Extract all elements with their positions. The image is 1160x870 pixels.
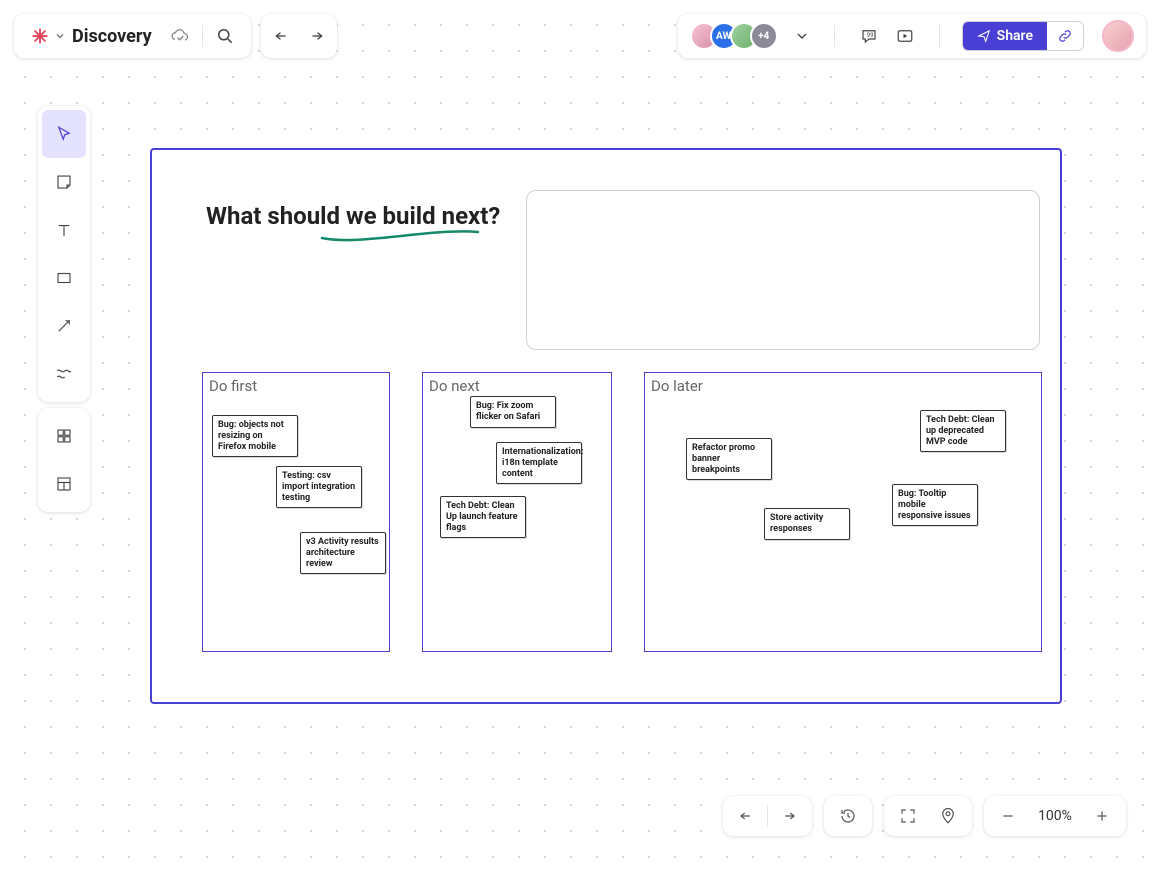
bottom-right-controls: 100% — [723, 796, 1126, 836]
divider — [834, 25, 835, 47]
divider — [939, 25, 940, 47]
undo-button[interactable] — [271, 24, 295, 48]
card-techdebt-mvp[interactable]: Tech Debt: Clean up deprecated MVP code — [920, 410, 1006, 452]
copy-link-button[interactable] — [1047, 22, 1083, 50]
current-user-avatar[interactable] — [1102, 20, 1134, 52]
sticky-tool[interactable] — [42, 158, 86, 206]
history-group — [723, 796, 812, 836]
chevron-down-icon — [56, 32, 64, 40]
top-right-panel: AW +4 99 Share — [678, 14, 1146, 58]
arrow-icon — [55, 317, 73, 335]
file-panel: Discovery — [14, 14, 251, 58]
tools-group-extras — [38, 408, 90, 512]
shape-tool[interactable] — [42, 254, 86, 302]
zoom-level[interactable]: 100% — [1028, 808, 1082, 824]
card-i18n[interactable]: Internationalization: i18n template cont… — [496, 442, 582, 484]
share-button[interactable]: Share — [963, 22, 1047, 50]
history-button[interactable] — [828, 800, 868, 832]
card-bug-firefox[interactable]: Bug: objects not resizing on Firefox mob… — [212, 415, 298, 457]
column-do-first[interactable]: Do first — [202, 372, 390, 652]
undo-redo-panel — [261, 14, 337, 58]
card-techdebt-flags[interactable]: Tech Debt: Clean Up launch feature flags — [440, 496, 526, 538]
locate-button[interactable] — [928, 800, 968, 832]
zoom-in-button[interactable] — [1082, 800, 1122, 832]
layout-icon — [55, 475, 73, 493]
card-bug-safari[interactable]: Bug: Fix zoom flicker on Safari — [470, 396, 556, 428]
empty-text-box[interactable] — [526, 190, 1040, 350]
scribble-icon — [54, 365, 74, 383]
file-name[interactable]: Discovery — [72, 26, 152, 47]
tools-group-main — [38, 106, 90, 402]
undo-button-bottom[interactable] — [727, 800, 767, 832]
underline-scribble — [320, 228, 480, 246]
select-tool[interactable] — [42, 110, 86, 158]
text-tool[interactable] — [42, 206, 86, 254]
divider — [202, 25, 203, 47]
board-title[interactable]: What should we build next? — [206, 202, 500, 230]
zoom-out-button[interactable] — [988, 800, 1028, 832]
zoom-group: 100% — [984, 796, 1126, 836]
column-label: Do later — [651, 377, 703, 395]
rectangle-icon — [55, 269, 73, 287]
nav-group — [884, 796, 972, 836]
redo-button-bottom[interactable] — [768, 800, 808, 832]
present-button[interactable] — [893, 24, 917, 48]
time-group — [824, 796, 872, 836]
logo-icon — [28, 24, 52, 48]
grid-icon — [55, 427, 73, 445]
card-store-activity[interactable]: Store activity responses — [764, 508, 850, 540]
share-label: Share — [997, 28, 1033, 44]
card-v3-review[interactable]: v3 Activity results architecture review — [300, 532, 386, 574]
top-left-cluster: Discovery — [14, 14, 337, 58]
sticky-note-icon — [55, 173, 73, 191]
search-icon[interactable] — [213, 24, 237, 48]
app-menu-button[interactable] — [28, 24, 64, 48]
card-testing-csv[interactable]: Testing: csv import integration testing — [276, 466, 362, 508]
card-bug-tooltip[interactable]: Bug: Tooltip mobile responsive issues — [892, 484, 978, 526]
collaborator-avatars[interactable]: AW +4 — [690, 22, 778, 50]
collaborators-menu-button[interactable] — [792, 26, 812, 46]
card-refactor-promo[interactable]: Refactor promo banner breakpoints — [686, 438, 772, 480]
paper-plane-icon — [977, 29, 991, 43]
svg-text:99: 99 — [866, 32, 873, 39]
line-tool[interactable] — [42, 302, 86, 350]
cloud-sync-icon[interactable] — [168, 24, 192, 48]
fullscreen-button[interactable] — [888, 800, 928, 832]
column-label: Do first — [209, 377, 257, 395]
templates-tool[interactable] — [42, 412, 86, 460]
frame-tool[interactable] — [42, 460, 86, 508]
share-group: Share — [962, 21, 1084, 51]
board-frame[interactable]: What should we build next? Do first Do n… — [150, 148, 1062, 704]
text-icon — [55, 221, 73, 239]
column-label: Do next — [429, 377, 480, 395]
left-toolbar — [38, 106, 90, 512]
comment-button[interactable]: 99 — [857, 24, 881, 48]
pointer-icon — [55, 125, 73, 143]
link-icon — [1057, 28, 1073, 44]
draw-tool[interactable] — [42, 350, 86, 398]
avatar-overflow[interactable]: +4 — [750, 22, 778, 50]
redo-button[interactable] — [303, 24, 327, 48]
